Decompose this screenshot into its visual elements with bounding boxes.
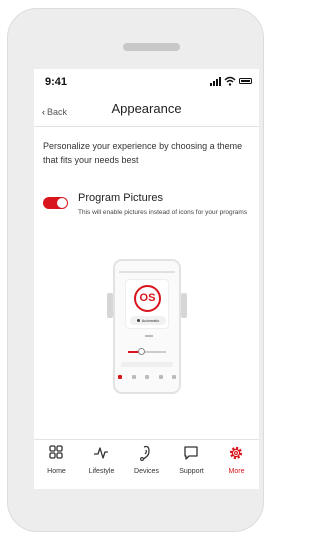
tab-support[interactable]: Support [169,444,214,484]
phone-frame: 9:41 ‹ Back Appearance Personalize your … [7,8,264,532]
tab-label: More [228,468,245,475]
tab-lifestyle[interactable]: Lifestyle [79,444,124,484]
preview-side-card [181,293,187,318]
app-screen: 9:41 ‹ Back Appearance Personalize your … [34,69,259,489]
signal-icon [210,83,212,86]
signal-bar [219,77,221,86]
status-time: 9:41 [45,76,68,88]
preview-tab-icon [172,375,176,379]
tab-label: Devices [134,468,159,475]
program-logo: OS [134,285,161,312]
chat-bubble-icon [184,446,198,460]
program-pictures-setting: Program Pictures This will enable pictur… [43,191,253,231]
hearing-aid-icon [140,445,150,461]
setting-description: This will enable pictures instead of ico… [78,209,248,216]
home-grid-icon [49,445,63,459]
preview-program-pill: Automatic [130,316,166,325]
intro-text: Personalize your experience by choosing … [43,141,243,165]
page-title: Appearance [111,101,182,116]
preview-tab-icon [118,375,122,379]
wifi-icon [224,76,236,86]
battery-icon [239,78,252,84]
status-icons [210,76,252,86]
tab-home[interactable]: Home [34,444,79,484]
preview-program-card: OS Automatic [125,279,169,329]
preview-page-dots [145,335,153,337]
preview-segmented-control [121,362,173,367]
preview-tab-icon [158,375,163,379]
tab-more[interactable]: More [214,444,259,484]
preview-tab-icon [145,375,149,379]
signal-bar [216,79,218,86]
pulse-icon [94,447,108,459]
speaker-slot [123,43,180,51]
status-bar: 9:41 [34,69,259,91]
toggle-knob [57,198,67,208]
tab-devices[interactable]: Devices [124,444,169,484]
preview-tab-icon [131,375,136,379]
nav-bar: ‹ Back Appearance [34,91,259,127]
signal-bar [213,81,215,86]
preview-program-label: Automatic [141,318,160,323]
theme-preview-image: OS Automatic [107,259,187,394]
program-pictures-toggle[interactable] [43,197,68,209]
preview-side-card [107,293,113,318]
tab-bar: Home Lifestyle Devices Support More [34,439,259,489]
preview-volume-slider [123,346,171,358]
preview-header [119,271,175,273]
setting-label: Program Pictures [78,192,163,204]
dot-icon [136,319,140,323]
tab-label: Support [179,468,204,475]
gear-icon [229,446,243,460]
preview-tab-bar [118,375,176,381]
slider-thumb [137,348,145,355]
tab-label: Lifestyle [88,468,115,475]
tab-label: Home [47,468,66,475]
